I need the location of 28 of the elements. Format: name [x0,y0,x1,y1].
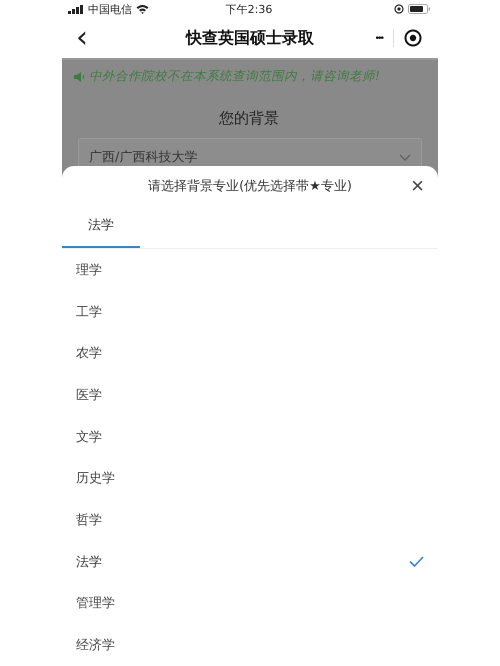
close-button[interactable]: × [411,175,424,197]
target-icon[interactable] [404,29,422,47]
major-option[interactable]: 历史学 [76,469,115,488]
notice-text: 中外合作院校不在本系统查询范围内，请咨询老师! [89,68,380,85]
section-title: 您的背景 [218,109,280,128]
wifi-icon [136,4,149,14]
sheet-title: 请选择背景专业(优先选择带★专业) [148,178,352,195]
major-option[interactable]: 理学 [76,260,102,279]
major-option[interactable]: 工学 [76,302,102,321]
lock-rotation-icon [394,4,404,14]
speaker-icon [74,72,86,82]
signal-icon [68,4,84,14]
carrier-name: 中国电信 [88,2,132,16]
page-title: 快查英国硕士录取 [186,28,314,48]
more-button[interactable]: ••• [375,32,383,44]
major-option[interactable]: 法学 [76,552,102,571]
battery-icon [408,4,430,14]
major-option[interactable]: 文学 [76,428,102,446]
back-button[interactable]: ‹ [70,23,94,53]
major-option[interactable]: 经济学 [76,636,115,654]
check-icon [409,556,424,568]
major-option[interactable]: 医学 [76,386,102,404]
chevron-icon [399,154,411,160]
major-option[interactable]: 农学 [76,344,102,362]
category-tab[interactable]: 法学 [62,206,140,248]
major-option[interactable]: 哲学 [76,510,102,529]
status-time: 下午2:36 [226,2,272,16]
major-option[interactable]: 管理学 [76,594,115,612]
